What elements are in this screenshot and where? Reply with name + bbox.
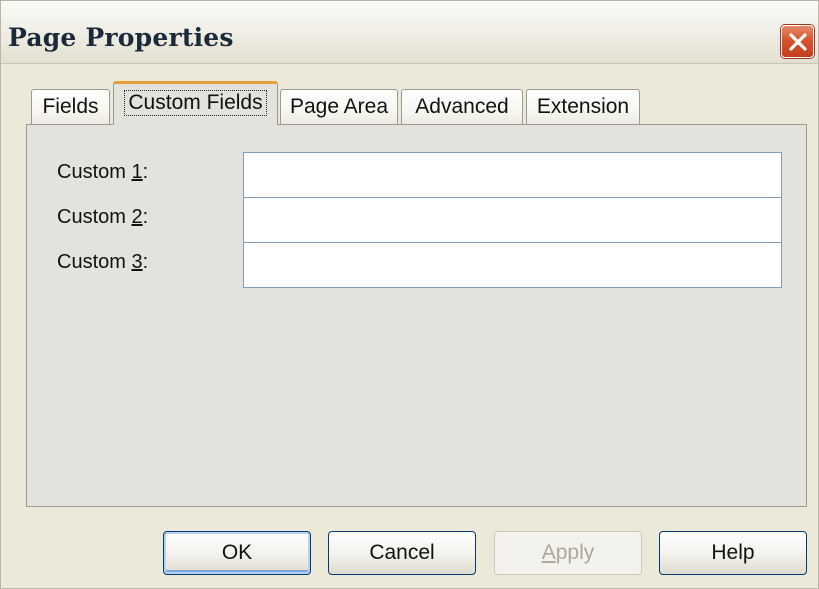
help-button-label: Help (711, 541, 755, 564)
tab-custom-fields-label: Custom Fields (124, 90, 267, 116)
tab-advanced[interactable]: Advanced (401, 89, 523, 125)
custom-1-label: Custom 1: (57, 161, 148, 184)
tab-custom-fields[interactable]: Custom Fields (113, 81, 278, 125)
custom-1-label-colon: : (142, 161, 149, 183)
custom-2-mnemonic: 2 (131, 206, 143, 228)
custom-3-label-text: Custom (57, 251, 132, 273)
tab-extension[interactable]: Extension (526, 89, 640, 125)
tab-advanced-label: Advanced (415, 95, 509, 118)
custom-3-label: Custom 3: (57, 251, 148, 274)
cancel-button-label: Cancel (369, 541, 435, 564)
ok-button[interactable]: OK (163, 531, 311, 575)
custom-1-input[interactable] (243, 152, 782, 198)
tab-fields[interactable]: Fields (31, 89, 110, 125)
cancel-button[interactable]: Cancel (328, 531, 476, 575)
custom-2-label-text: Custom (57, 206, 132, 228)
page-properties-dialog: Page Properties Fields Custom Fields Pag… (0, 0, 819, 589)
apply-mnemonic: A (541, 541, 556, 564)
tab-extension-label: Extension (536, 95, 630, 118)
tab-page-area[interactable]: Page Area (280, 89, 398, 125)
ok-button-label: OK (221, 541, 253, 564)
help-button[interactable]: Help (659, 531, 807, 575)
window-title: Page Properties (8, 23, 234, 52)
apply-button[interactable]: Apply (494, 531, 642, 575)
tab-page-area-label: Page Area (289, 95, 389, 118)
tab-fields-label: Fields (42, 95, 99, 118)
close-button[interactable] (781, 25, 814, 58)
apply-button-label: pply (555, 541, 595, 564)
custom-3-input[interactable] (243, 242, 782, 288)
custom-1-mnemonic: 1 (131, 161, 143, 183)
custom-2-label: Custom 2: (57, 206, 148, 229)
close-icon (789, 33, 807, 51)
custom-3-label-colon: : (142, 251, 149, 273)
custom-2-input[interactable] (243, 197, 782, 243)
custom-1-label-text: Custom (57, 161, 132, 183)
custom-3-mnemonic: 3 (131, 251, 143, 273)
custom-2-label-colon: : (142, 206, 149, 228)
title-bar[interactable]: Page Properties (1, 1, 818, 64)
